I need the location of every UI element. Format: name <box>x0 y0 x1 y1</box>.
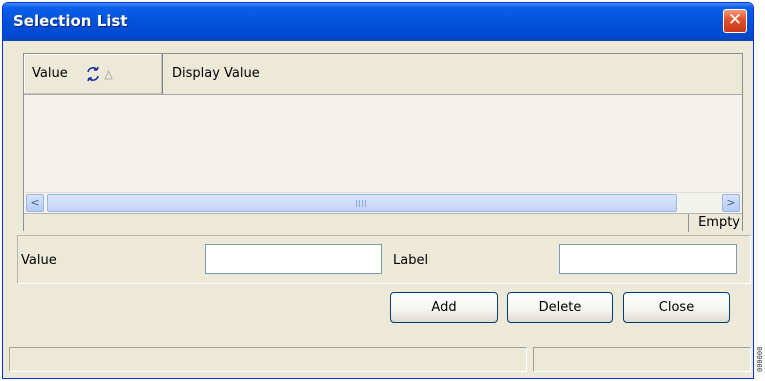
scroll-left-button[interactable]: < <box>26 194 44 212</box>
window-title: Selection List <box>13 12 128 30</box>
table-body <box>24 95 742 191</box>
table-header: Value Display Value <box>24 54 742 95</box>
column-header-display-value[interactable]: Display Value <box>164 54 742 94</box>
side-serial-text: 000000 <box>756 346 764 372</box>
title-bar[interactable]: Selection List ✕ <box>3 3 753 41</box>
add-button[interactable]: Add <box>390 292 498 323</box>
horizontal-scrollbar[interactable]: < > <box>25 192 741 213</box>
value-input[interactable] <box>205 244 382 274</box>
value-field-label: Value <box>21 253 57 268</box>
chevron-left-icon: < <box>30 196 40 209</box>
selection-table: Value Display Value < > Empty <box>23 53 743 232</box>
label-field-label: Label <box>393 253 429 268</box>
sort-ascending-icon[interactable] <box>104 69 113 80</box>
refresh-icon[interactable] <box>87 66 99 82</box>
close-window-button[interactable]: ✕ <box>723 9 747 33</box>
dialog-body: Value Display Value < > Empty Value Labe… <box>7 41 751 374</box>
chevron-right-icon: > <box>726 196 736 209</box>
grip-icon <box>356 200 368 207</box>
label-input[interactable] <box>559 244 737 274</box>
close-button[interactable]: Close <box>623 292 730 323</box>
table-status-row: Empty <box>24 213 742 232</box>
status-bar <box>9 347 751 372</box>
column-header-value[interactable]: Value <box>24 54 163 94</box>
sort-controls[interactable] <box>85 66 113 82</box>
status-pane-left <box>9 347 527 372</box>
scrollbar-thumb[interactable] <box>47 194 677 212</box>
row-count-status: Empty <box>688 214 742 232</box>
scroll-right-button[interactable]: > <box>722 194 740 212</box>
column-header-value-label: Value <box>32 66 68 81</box>
selection-list-dialog: Selection List ✕ Value Display Value < >… <box>2 2 754 379</box>
status-pane-right <box>533 347 751 372</box>
delete-button[interactable]: Delete <box>507 292 613 323</box>
close-icon: ✕ <box>727 10 743 30</box>
